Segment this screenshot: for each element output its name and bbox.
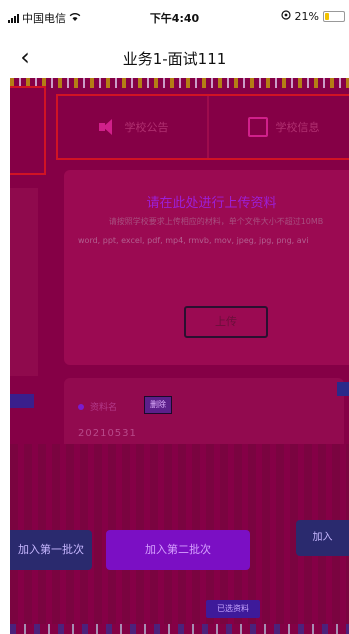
- add-batch-button[interactable]: 加入: [296, 520, 349, 556]
- info-tabs: 学校公告 学校信息: [56, 94, 349, 160]
- glitch-strip: [10, 78, 349, 88]
- tab-school-info[interactable]: 学校信息: [207, 96, 349, 158]
- upload-formats: word, ppt, excel, pdf, mp4, rmvb, mov, j…: [78, 236, 309, 245]
- upload-card: 请在此处进行上传资料 请按照学校要求上传相应的材料，单个文件大小不超过10MB …: [64, 170, 349, 365]
- left-tab-frame: [10, 86, 46, 175]
- glitch-strip-bottom: [10, 624, 349, 634]
- tab-label: 学校公告: [124, 121, 169, 134]
- upload-hint: 请按照学校要求上传相应的材料，单个文件大小不超过10MB: [108, 217, 324, 226]
- upload-button[interactable]: 上传: [184, 306, 268, 338]
- delete-tag[interactable]: 删除: [144, 396, 172, 414]
- file-id: 20210531: [78, 428, 137, 439]
- status-right: 21%: [280, 10, 345, 23]
- battery-icon: [323, 11, 345, 22]
- location-icon: [280, 10, 291, 23]
- radio-dot-icon[interactable]: [78, 404, 84, 410]
- speaker-icon: [97, 117, 117, 137]
- battery-fill: [325, 13, 329, 20]
- right-badge: [337, 382, 349, 396]
- add-second-batch-button[interactable]: 加入第二批次: [106, 530, 250, 570]
- add-first-batch-button[interactable]: 加入第一批次: [10, 530, 92, 570]
- file-name: 资料名: [90, 403, 118, 413]
- tab-school-notice[interactable]: 学校公告: [58, 96, 207, 158]
- upload-title: 请在此处进行上传资料: [146, 196, 277, 211]
- battery-percentage: 21%: [294, 10, 319, 23]
- book-icon: [247, 117, 268, 137]
- status-bar: 中国电信 下午4:40 21%: [0, 0, 349, 36]
- tab-label: 学校信息: [275, 121, 320, 134]
- navigation-bar: ‹ 业务1-面试111: [0, 36, 349, 80]
- left-badge: [10, 394, 34, 408]
- selected-files-chip[interactable]: 已选资料: [206, 600, 260, 618]
- main-content: 学校公告 学校信息 请在此处进行上传资料 请按照学校要求上传相应的材料，单个文件…: [10, 78, 349, 634]
- page-title: 业务1-面试111: [122, 50, 227, 68]
- left-card: [10, 188, 38, 376]
